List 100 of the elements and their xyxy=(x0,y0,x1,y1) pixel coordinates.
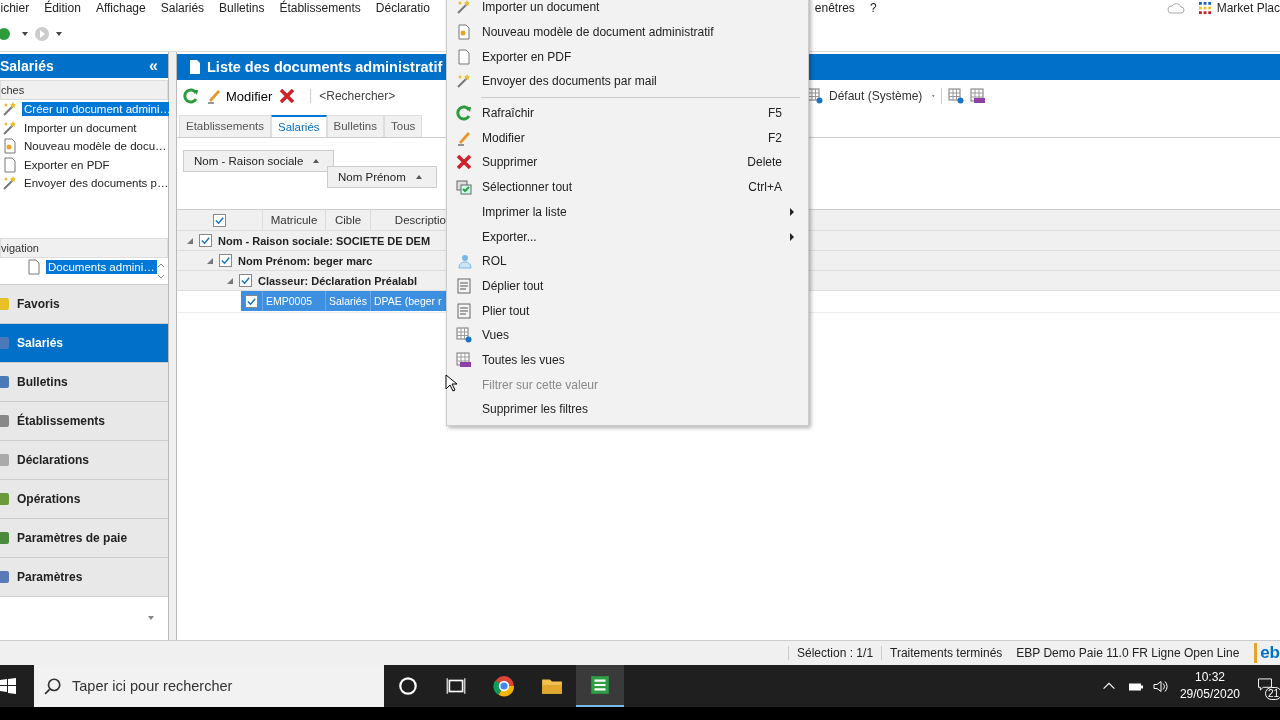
marketplace-link[interactable]: Market Plac xyxy=(1211,1,1280,15)
table-settings-icon xyxy=(456,327,472,344)
menu-item[interactable]: Déclaratio xyxy=(368,1,438,15)
caret-icon[interactable] xyxy=(22,31,28,36)
browser-icon[interactable] xyxy=(493,675,515,697)
menu-item[interactable]: ichier xyxy=(0,1,37,15)
wand-icon xyxy=(2,119,18,136)
table-cell-text: DPAE (beger r xyxy=(373,294,443,309)
caret-icon xyxy=(932,94,935,98)
menu-item[interactable]: Imprimer la liste xyxy=(447,199,808,225)
menu-item[interactable]: Vues xyxy=(447,322,808,348)
menu-item[interactable]: Établissements xyxy=(271,1,369,15)
wand-icon xyxy=(456,0,472,16)
task-link[interactable]: Importer un document xyxy=(22,120,139,135)
grid-dots-icon[interactable] xyxy=(1198,1,1212,15)
edit-button[interactable]: Modifier xyxy=(204,88,275,104)
search-field[interactable]: <Rechercher> xyxy=(310,89,396,103)
tab[interactable]: Bulletins xyxy=(326,115,384,137)
list-icon xyxy=(456,277,472,294)
module-button[interactable]: Opérations xyxy=(0,479,168,519)
search-icon xyxy=(44,677,62,695)
refresh-icon xyxy=(456,105,472,122)
checkbox[interactable] xyxy=(239,274,252,287)
menu-item[interactable]: Déplier tout xyxy=(447,273,808,299)
module-button[interactable]: Déclarations xyxy=(0,440,168,480)
delete-icon xyxy=(456,154,472,171)
menu-item[interactable]: Supprimer Delete xyxy=(447,150,808,175)
status-text: Traitements terminés xyxy=(881,646,1011,660)
module-button[interactable]: Paramètres de paie xyxy=(0,518,168,558)
task-link[interactable]: Exporter en PDF xyxy=(22,157,112,172)
select-all-icon xyxy=(456,179,472,196)
windows-icon[interactable] xyxy=(0,678,16,694)
module-icon xyxy=(0,374,11,389)
app-icon[interactable] xyxy=(589,674,611,696)
cortana-icon[interactable] xyxy=(397,675,419,697)
tree-item[interactable]: Documents admini… xyxy=(46,260,157,274)
module-icon xyxy=(0,335,11,350)
sort-icon xyxy=(313,159,320,163)
expand-icon[interactable] xyxy=(207,257,213,264)
panel-title: Salariés xyxy=(0,58,54,74)
taskbar-search-field[interactable]: Taper ici pour rechercher xyxy=(34,665,384,707)
menu-item[interactable]: Salariés xyxy=(153,1,212,15)
menu-item[interactable]: Exporter en PDF xyxy=(447,44,808,70)
section-header[interactable]: vigation xyxy=(0,237,168,258)
module-icon xyxy=(0,569,11,584)
caret-icon[interactable] xyxy=(56,31,62,36)
menu-item[interactable]: Toutes les vues xyxy=(447,347,808,373)
collapse-button[interactable]: « xyxy=(149,57,158,75)
column-header[interactable]: Matricule xyxy=(263,210,326,230)
tab[interactable]: Salariés xyxy=(271,115,327,137)
sort-icon xyxy=(415,175,422,179)
selection-count: Sélection : 1/1 xyxy=(788,646,882,660)
menu-item[interactable]: Plier tout xyxy=(447,298,808,323)
document-icon xyxy=(189,59,201,75)
menu-item[interactable]: Modifier F2 xyxy=(447,125,808,151)
tab[interactable]: Tous xyxy=(384,115,423,137)
tab[interactable]: Etablissements xyxy=(179,115,271,137)
checkbox[interactable] xyxy=(213,213,226,227)
module-button[interactable]: Bulletins xyxy=(0,362,168,402)
notification-icon[interactable] xyxy=(1257,678,1273,691)
module-button[interactable]: Établissements xyxy=(0,401,168,441)
menu-item[interactable]: Affichage xyxy=(88,1,154,15)
list-icon xyxy=(456,302,472,319)
task-link[interactable]: Nouveau modèle de docu… xyxy=(22,139,169,154)
task-link[interactable]: Envoyer des documents p… xyxy=(22,176,171,191)
task-view-icon[interactable] xyxy=(445,675,467,697)
refresh-icon xyxy=(183,88,199,104)
expand-icon[interactable] xyxy=(187,237,193,244)
table-users-icon xyxy=(456,351,472,368)
table-cell: Salariés xyxy=(326,291,371,311)
menu-item[interactable]: Exporter... xyxy=(447,224,808,249)
menu-item[interactable]: ROL xyxy=(447,248,808,274)
table-cell: EMP0005 xyxy=(263,291,326,311)
menu-item[interactable]: ? xyxy=(862,1,885,15)
menu-item[interactable]: Supprimer les filtres xyxy=(447,397,808,422)
notification-count: 21 xyxy=(1264,687,1280,700)
delete-icon xyxy=(279,88,296,104)
clock-time[interactable]: 10:32 xyxy=(1194,669,1225,686)
expand-icon[interactable] xyxy=(227,277,233,284)
wand-icon xyxy=(2,175,18,192)
checkbox[interactable] xyxy=(219,254,232,267)
group-chip[interactable]: Nom Prénom xyxy=(327,166,437,188)
menu-item[interactable]: Édition xyxy=(36,1,89,15)
module-button[interactable]: Paramètres xyxy=(0,557,168,597)
clock-date[interactable]: 29/05/2020 xyxy=(1179,686,1240,703)
speaker-icon[interactable] xyxy=(1152,679,1169,693)
group-chip[interactable]: Nom - Raison sociale xyxy=(183,150,335,172)
checkbox[interactable] xyxy=(199,234,212,247)
section-header[interactable]: ches xyxy=(0,80,168,100)
menu-item[interactable]: Sélectionner tout Ctrl+A xyxy=(447,174,808,200)
module-button[interactable]: Favoris xyxy=(0,284,168,324)
menu-item[interactable]: Bulletins xyxy=(211,1,272,15)
menu-item[interactable]: Rafraîchir F5 xyxy=(447,100,808,126)
menu-item[interactable]: Envoyer des documents par mail xyxy=(447,69,808,94)
checkbox[interactable] xyxy=(245,294,258,308)
module-icon xyxy=(0,413,11,428)
module-button[interactable]: Salariés xyxy=(0,323,168,363)
menu-item[interactable]: enêtres xyxy=(807,1,863,15)
column-header[interactable]: Cible xyxy=(326,210,371,230)
menu-item[interactable]: Importer un document xyxy=(447,0,808,20)
